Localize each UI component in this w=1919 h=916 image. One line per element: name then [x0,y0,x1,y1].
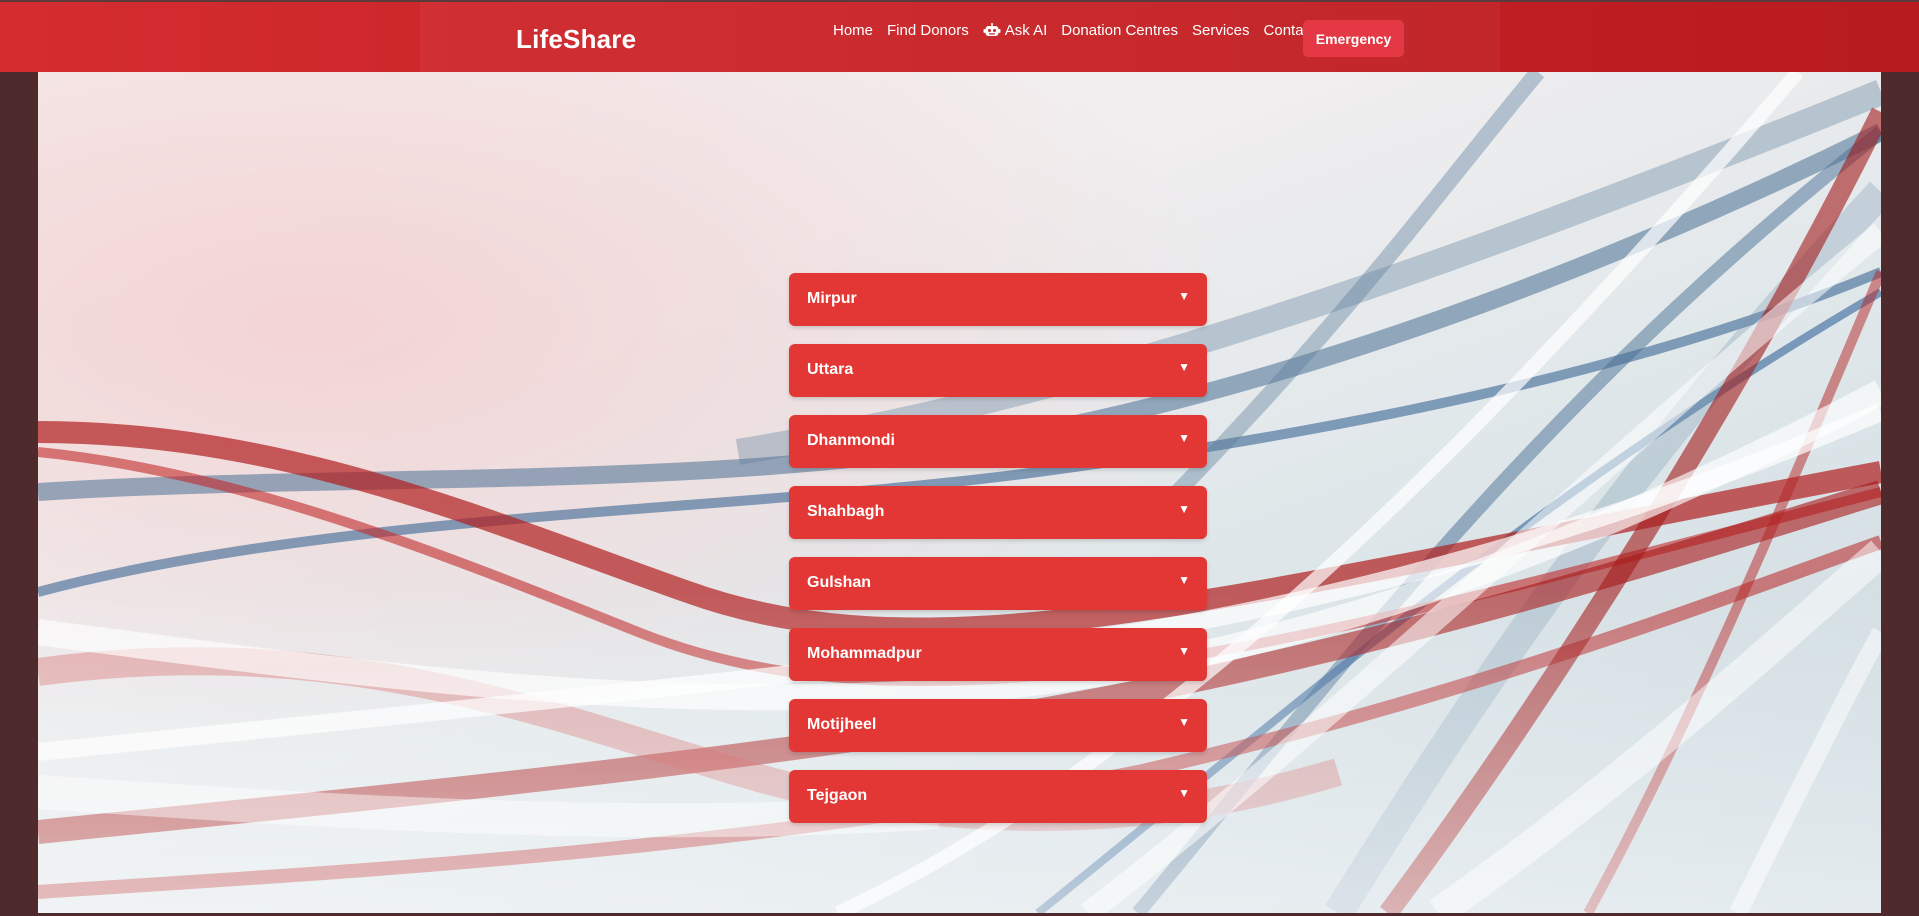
nav-home[interactable]: Home [833,22,873,39]
caret-down-icon: ▼ [1178,644,1190,658]
caret-down-icon: ▼ [1178,573,1190,587]
accordion-label: Gulshan [807,574,872,591]
accordion-label: Shahbagh [807,503,885,520]
nav-ask-ai[interactable]: Ask AI [983,22,1048,39]
accordion-item-gulshan[interactable]: Gulshan ▼ [789,557,1207,610]
accordion-label: Tejgaon [807,787,868,804]
nav-ask-ai-label: Ask AI [1004,22,1048,39]
accordion-label: Mirpur [807,290,857,307]
nav-services-label: Services [1191,22,1250,39]
accordion-label: Uttara [807,361,854,378]
nav-find-donors-label: Find Donors [887,22,969,39]
accordion-label: Dhanmondi [807,432,895,449]
area-accordion: Mirpur ▼ Uttara ▼ Dhanmondi ▼ Shahbagh ▼… [789,273,1207,841]
accordion-item-tejgaon[interactable]: Tejgaon ▼ [789,770,1207,823]
accordion-item-shahbagh[interactable]: Shahbagh ▼ [789,486,1207,539]
nav-donation-centres-label: Donation Centres [1061,22,1178,39]
accordion-item-motijheel[interactable]: Motijheel ▼ [789,699,1207,752]
nav-home-label: Home [833,22,874,39]
accordion-item-dhanmondi[interactable]: Dhanmondi ▼ [789,415,1207,468]
caret-down-icon: ▼ [1178,715,1190,729]
caret-down-icon: ▼ [1178,289,1190,303]
caret-down-icon: ▼ [1178,502,1190,516]
accordion-item-uttara[interactable]: Uttara ▼ [789,344,1207,397]
main-nav: Home Find Donors Ask AI Donation Centres… [833,22,1329,39]
hero-background: Mirpur ▼ Uttara ▼ Dhanmondi ▼ Shahbagh ▼… [38,72,1881,913]
caret-down-icon: ▼ [1178,786,1190,800]
accordion-item-mirpur[interactable]: Mirpur ▼ [789,273,1207,326]
nav-services[interactable]: Services [1192,22,1250,39]
top-navbar: LifeShare Home Find Donors Ask AI Donati… [0,0,1919,72]
caret-down-icon: ▼ [1178,360,1190,374]
accordion-label: Motijheel [807,716,877,733]
accordion-label: Mohammadpur [807,645,922,662]
nav-donation-centres[interactable]: Donation Centres [1061,22,1178,39]
caret-down-icon: ▼ [1178,431,1190,445]
accordion-item-mohammadpur[interactable]: Mohammadpur ▼ [789,628,1207,681]
robot-icon [983,23,1001,38]
brand-logo[interactable]: LifeShare [516,24,636,55]
emergency-button[interactable]: Emergency [1303,20,1404,57]
nav-find-donors[interactable]: Find Donors [887,22,969,39]
